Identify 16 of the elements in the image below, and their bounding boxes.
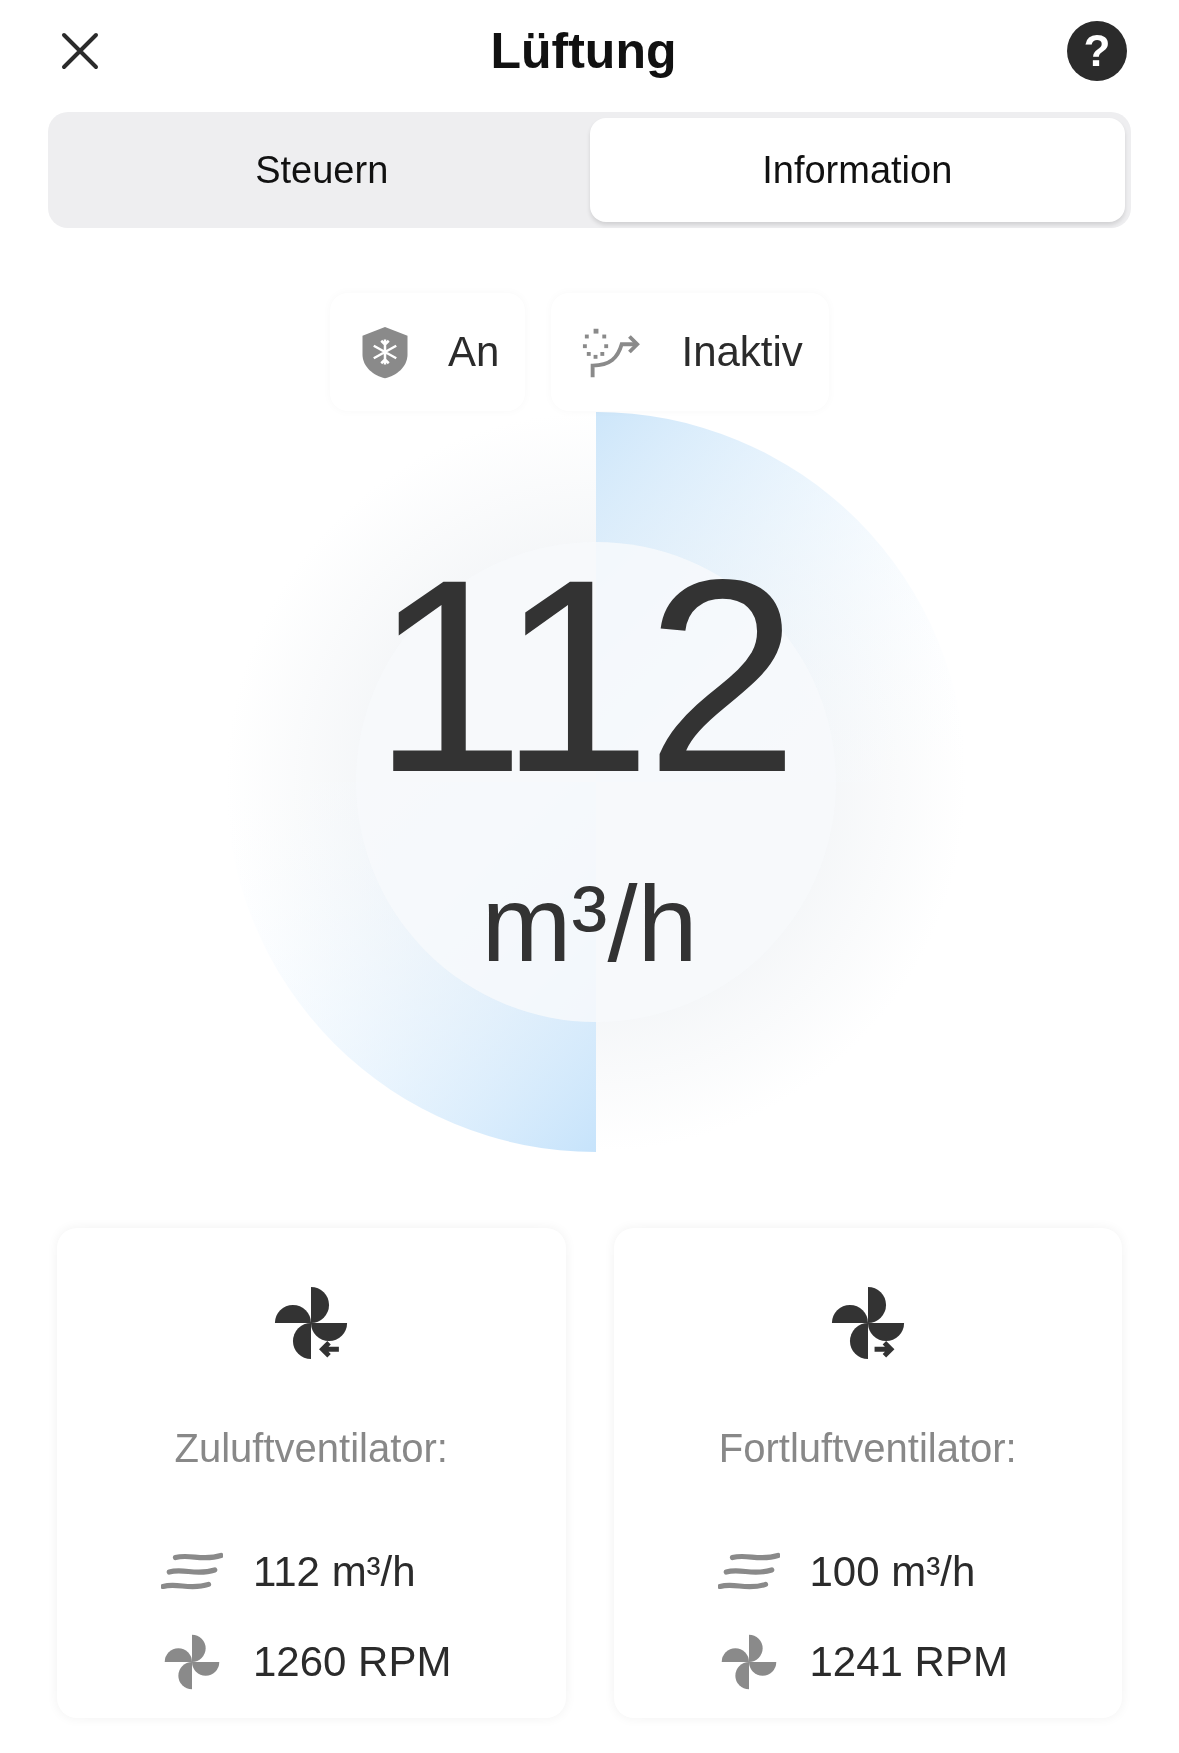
flow-value: 100 m³/h — [809, 1548, 976, 1596]
shield-snowflake-icon — [360, 324, 411, 380]
status-label: Inaktiv — [681, 328, 803, 376]
screen-title: Lüftung — [490, 22, 677, 80]
fan-title: Zuluftventilator: — [174, 1426, 448, 1471]
close-icon[interactable] — [60, 31, 100, 71]
help-button[interactable]: ? — [1067, 21, 1127, 81]
tab[interactable]: Information — [589, 118, 1125, 222]
fan-title: Fortluftventilator: — [718, 1426, 1017, 1471]
speed-value: 1260 RPM — [253, 1638, 452, 1686]
airflow-value: 112 — [372, 538, 793, 813]
status-label: An — [448, 328, 500, 376]
flow-value: 112 m³/h — [253, 1548, 416, 1596]
speed-value: 1241 RPM — [809, 1638, 1008, 1686]
tab[interactable]: Steuern — [54, 118, 590, 222]
airflow-unit: m³/h — [481, 862, 698, 986]
